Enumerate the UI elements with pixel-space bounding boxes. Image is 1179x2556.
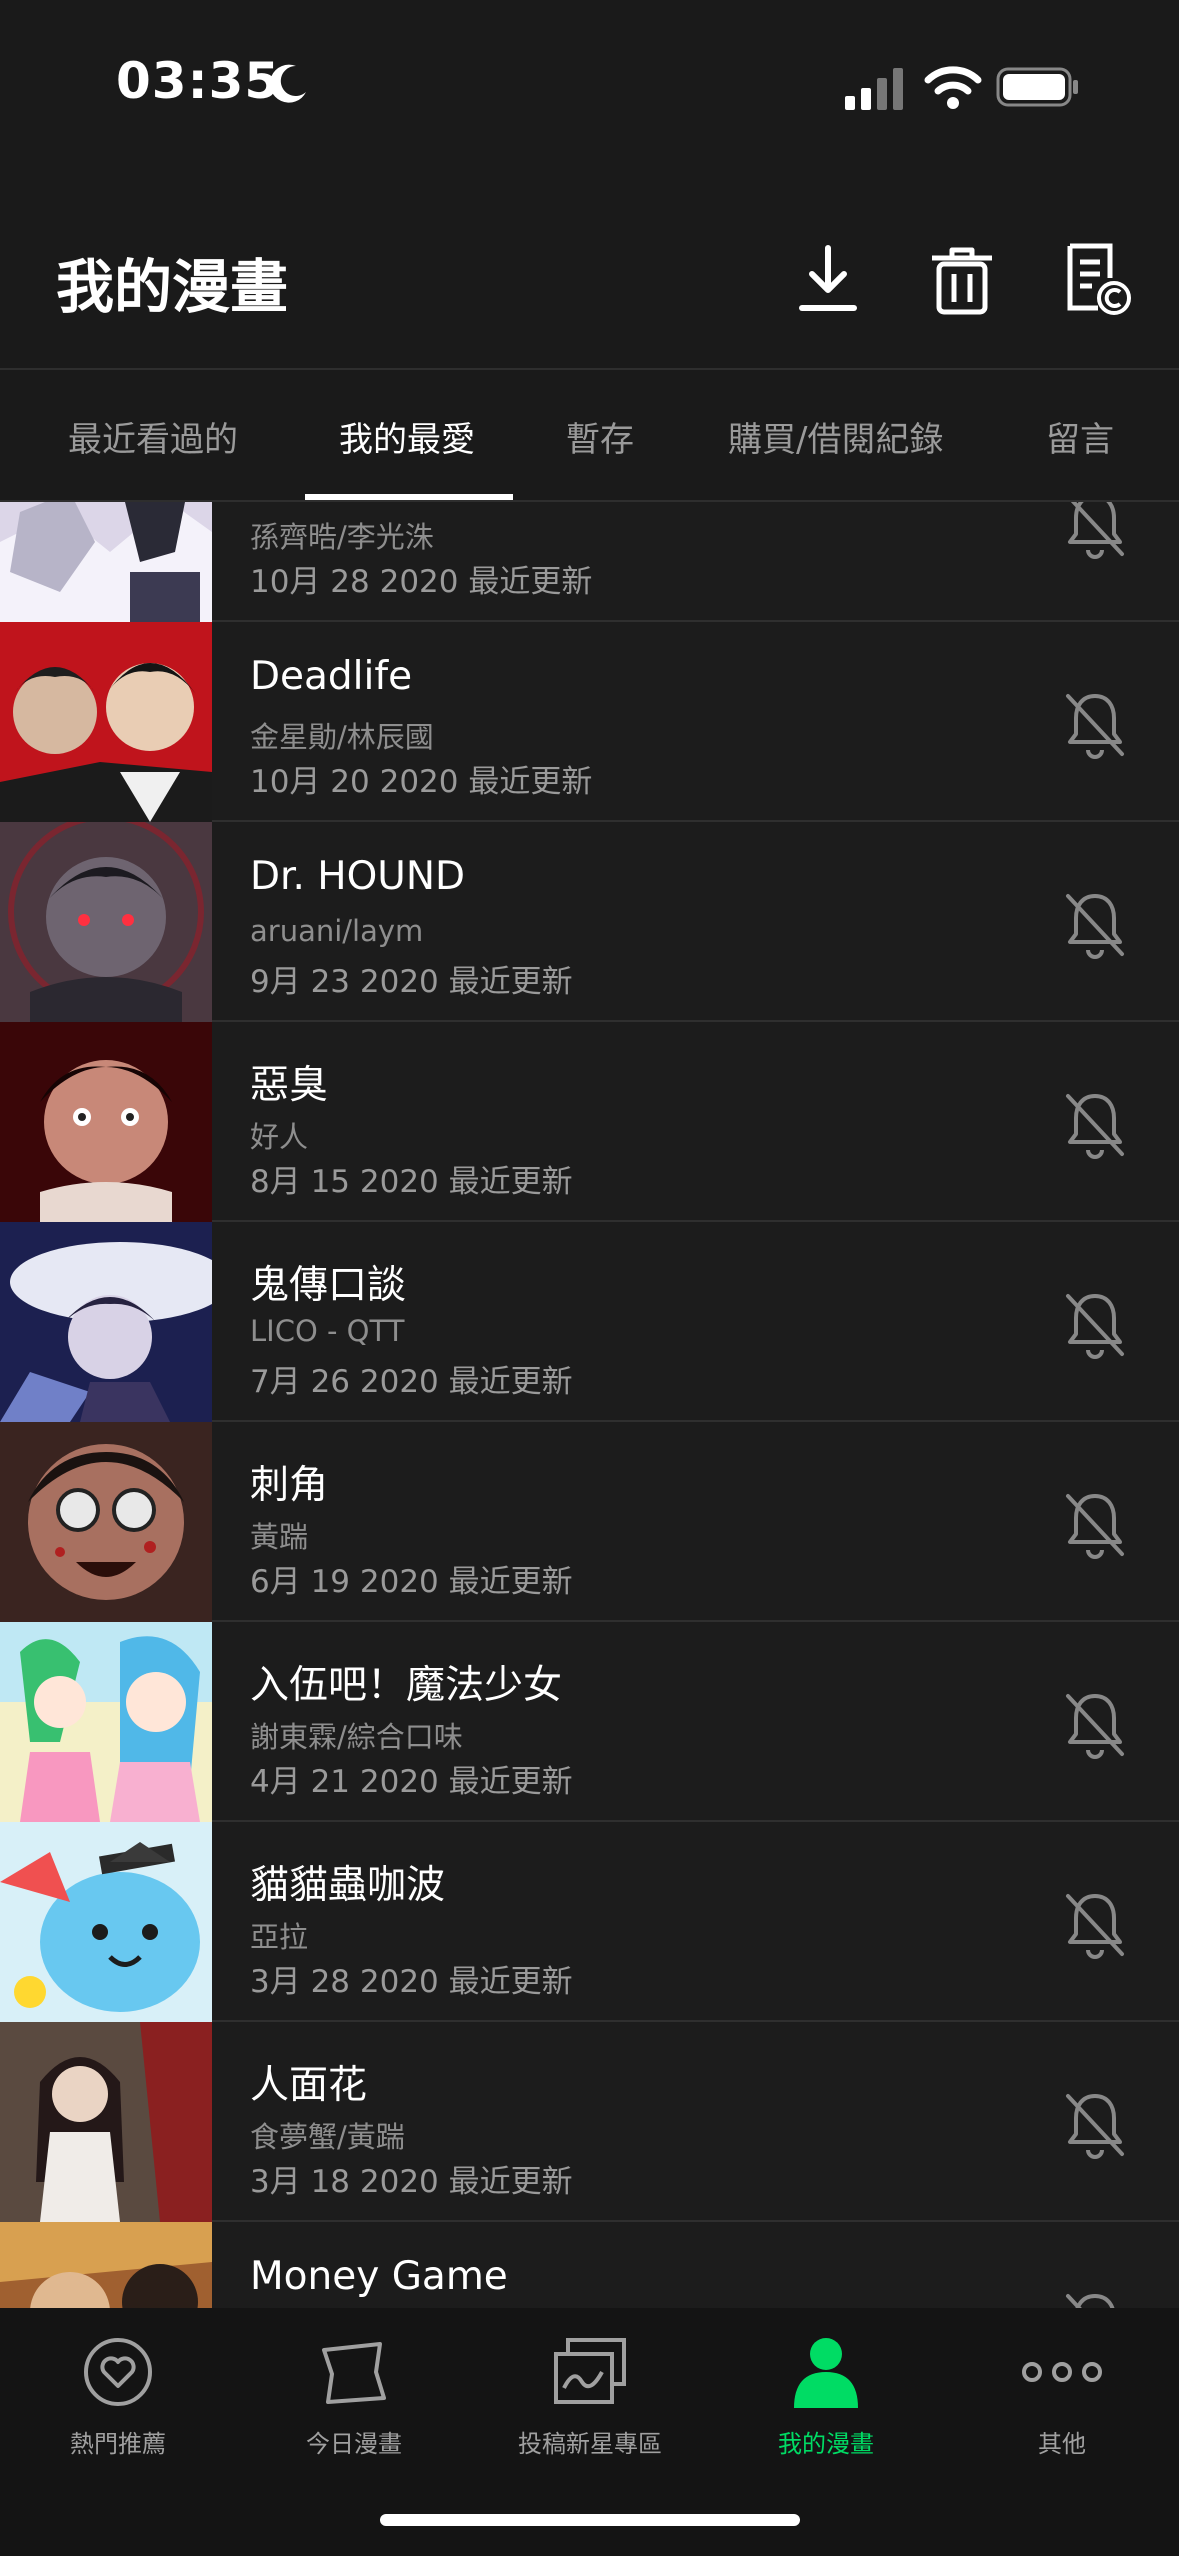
comic-update-date: 8月 15 2020 最近更新 <box>250 1164 573 1200</box>
nav-label: 投稿新星專區 <box>518 2430 662 2458</box>
battery-icon <box>996 67 1078 107</box>
tab-recently-viewed[interactable]: 最近看過的 <box>68 412 238 461</box>
comic-thumbnail <box>0 502 212 622</box>
tab-comments[interactable]: 留言 <box>1046 412 1114 461</box>
comic-thumbnail <box>0 1222 212 1422</box>
comic-update-date: 10月 20 2020 最近更新 <box>250 764 593 800</box>
comic-title: Money Game <box>250 2254 508 2299</box>
list-item[interactable]: Money Game <box>0 2222 1179 2308</box>
bell-off-icon[interactable] <box>1062 502 1128 560</box>
comic-update-date: 4月 21 2020 最近更新 <box>250 1764 573 1800</box>
comic-update-date: 9月 23 2020 最近更新 <box>250 964 573 1000</box>
cellular-signal-icon <box>845 68 903 110</box>
status-bar: 03:35 <box>0 0 1179 170</box>
nav-submissions[interactable]: 投稿新星專區 <box>472 2308 708 2488</box>
bell-off-icon[interactable] <box>1062 1890 1128 1960</box>
bell-off-icon[interactable] <box>1062 2290 1128 2308</box>
book-icon <box>322 2342 386 2404</box>
bell-off-icon[interactable] <box>1062 1090 1128 1160</box>
home-indicator <box>380 2514 800 2526</box>
comic-title: Deadlife <box>250 654 413 699</box>
nav-label: 熱門推薦 <box>70 2430 166 2458</box>
wifi-icon <box>924 66 982 109</box>
bell-off-icon[interactable] <box>1062 890 1128 960</box>
comic-update-date: 10月 28 2020 最近更新 <box>250 564 593 600</box>
comic-title: 貓貓蟲咖波 <box>250 1863 446 1908</box>
comic-update-date: 6月 19 2020 最近更新 <box>250 1564 573 1600</box>
bell-off-icon[interactable] <box>1062 1490 1128 1560</box>
nav-label: 今日漫畫 <box>306 2430 402 2458</box>
comic-thumbnail <box>0 1422 212 1622</box>
tab-bar: 最近看過的 我的最愛 暫存 購買/借閱紀錄 留言 <box>0 368 1179 502</box>
list-item[interactable]: 入伍吧！魔法少女 謝東霖/綜合口味 4月 21 2020 最近更新 <box>0 1622 1179 1822</box>
favorites-list[interactable]: 孫齊晧/李光洙 10月 28 2020 最近更新 Deadlife 金星勛/林辰… <box>0 502 1179 2308</box>
comic-author: 食夢蟹/黃踹 <box>250 2120 405 2154</box>
comic-update-date: 3月 28 2020 最近更新 <box>250 1964 573 2000</box>
list-item[interactable]: 惡臭 好人 8月 15 2020 最近更新 <box>0 1022 1179 1222</box>
bell-off-icon[interactable] <box>1062 1290 1128 1360</box>
list-item[interactable]: 貓貓蟲咖波 亞拉 3月 28 2020 最近更新 <box>0 1822 1179 2022</box>
more-dots-icon <box>1022 2362 1102 2382</box>
moon-icon <box>269 64 306 103</box>
copyright-document-icon[interactable] <box>1062 242 1134 318</box>
status-time: 03:35 <box>116 52 281 110</box>
comic-author: 金星勛/林辰國 <box>250 720 434 754</box>
nav-my-comics[interactable]: 我的漫畫 <box>708 2308 944 2488</box>
comic-update-date: 7月 26 2020 最近更新 <box>250 1364 573 1400</box>
page-title: 我的漫畫 <box>56 253 289 321</box>
nav-label: 我的漫畫 <box>778 2430 874 2458</box>
tab-purchase-history[interactable]: 購買/借閱紀錄 <box>728 412 943 461</box>
person-icon <box>794 2338 858 2408</box>
comic-thumbnail <box>0 1622 212 1822</box>
comic-title: 惡臭 <box>250 1063 329 1108</box>
gallery-icon <box>554 2338 626 2404</box>
trash-icon[interactable] <box>926 242 998 318</box>
list-item[interactable]: 刺角 黃踹 6月 19 2020 最近更新 <box>0 1422 1179 1622</box>
comic-author: 謝東霖/綜合口味 <box>250 1720 463 1754</box>
list-item[interactable]: 孫齊晧/李光洙 10月 28 2020 最近更新 <box>0 502 1179 622</box>
comic-author: LICO - QTT <box>250 1314 405 1348</box>
download-icon[interactable] <box>792 242 864 318</box>
comic-thumbnail <box>0 822 212 1022</box>
tab-saved[interactable]: 暫存 <box>566 412 634 461</box>
comic-thumbnail <box>0 1822 212 2022</box>
nav-more[interactable]: 其他 <box>944 2308 1179 2488</box>
comic-author: 黃踹 <box>250 1520 309 1554</box>
nav-label: 其他 <box>1038 2430 1086 2458</box>
bell-off-icon[interactable] <box>1062 690 1128 760</box>
app-header: 我的漫畫 <box>0 170 1179 368</box>
list-item[interactable]: 人面花 食夢蟹/黃踹 3月 18 2020 最近更新 <box>0 2022 1179 2222</box>
comic-title: 入伍吧！魔法少女 <box>250 1663 563 1708</box>
list-item[interactable]: 鬼傳口談 LICO - QTT 7月 26 2020 最近更新 <box>0 1222 1179 1422</box>
comic-thumbnail <box>0 2222 212 2308</box>
list-item[interactable]: Dr. HOUND aruani/laym 9月 23 2020 最近更新 <box>0 822 1179 1022</box>
list-item[interactable]: Deadlife 金星勛/林辰國 10月 20 2020 最近更新 <box>0 622 1179 822</box>
nav-popular[interactable]: 熱門推薦 <box>0 2308 236 2488</box>
comic-title: 鬼傳口談 <box>250 1263 407 1308</box>
comic-author: 好人 <box>250 1120 309 1154</box>
comic-update-date: 3月 18 2020 最近更新 <box>250 2164 573 2200</box>
heart-circle-icon <box>84 2338 152 2406</box>
comic-title: 刺角 <box>250 1463 329 1508</box>
nav-today[interactable]: 今日漫畫 <box>236 2308 472 2488</box>
comic-title: Dr. HOUND <box>250 854 466 899</box>
bell-off-icon[interactable] <box>1062 1690 1128 1760</box>
comic-author: 孫齊晧/李光洙 <box>250 520 434 554</box>
comic-author: aruani/laym <box>250 914 424 948</box>
comic-thumbnail <box>0 2022 212 2222</box>
comic-thumbnail <box>0 1022 212 1222</box>
bell-off-icon[interactable] <box>1062 2090 1128 2160</box>
comic-title: 人面花 <box>250 2063 368 2108</box>
active-tab-indicator <box>305 494 513 500</box>
comic-thumbnail <box>0 622 212 822</box>
comic-author: 亞拉 <box>250 1920 309 1954</box>
tab-favorites[interactable]: 我的最愛 <box>339 412 475 461</box>
